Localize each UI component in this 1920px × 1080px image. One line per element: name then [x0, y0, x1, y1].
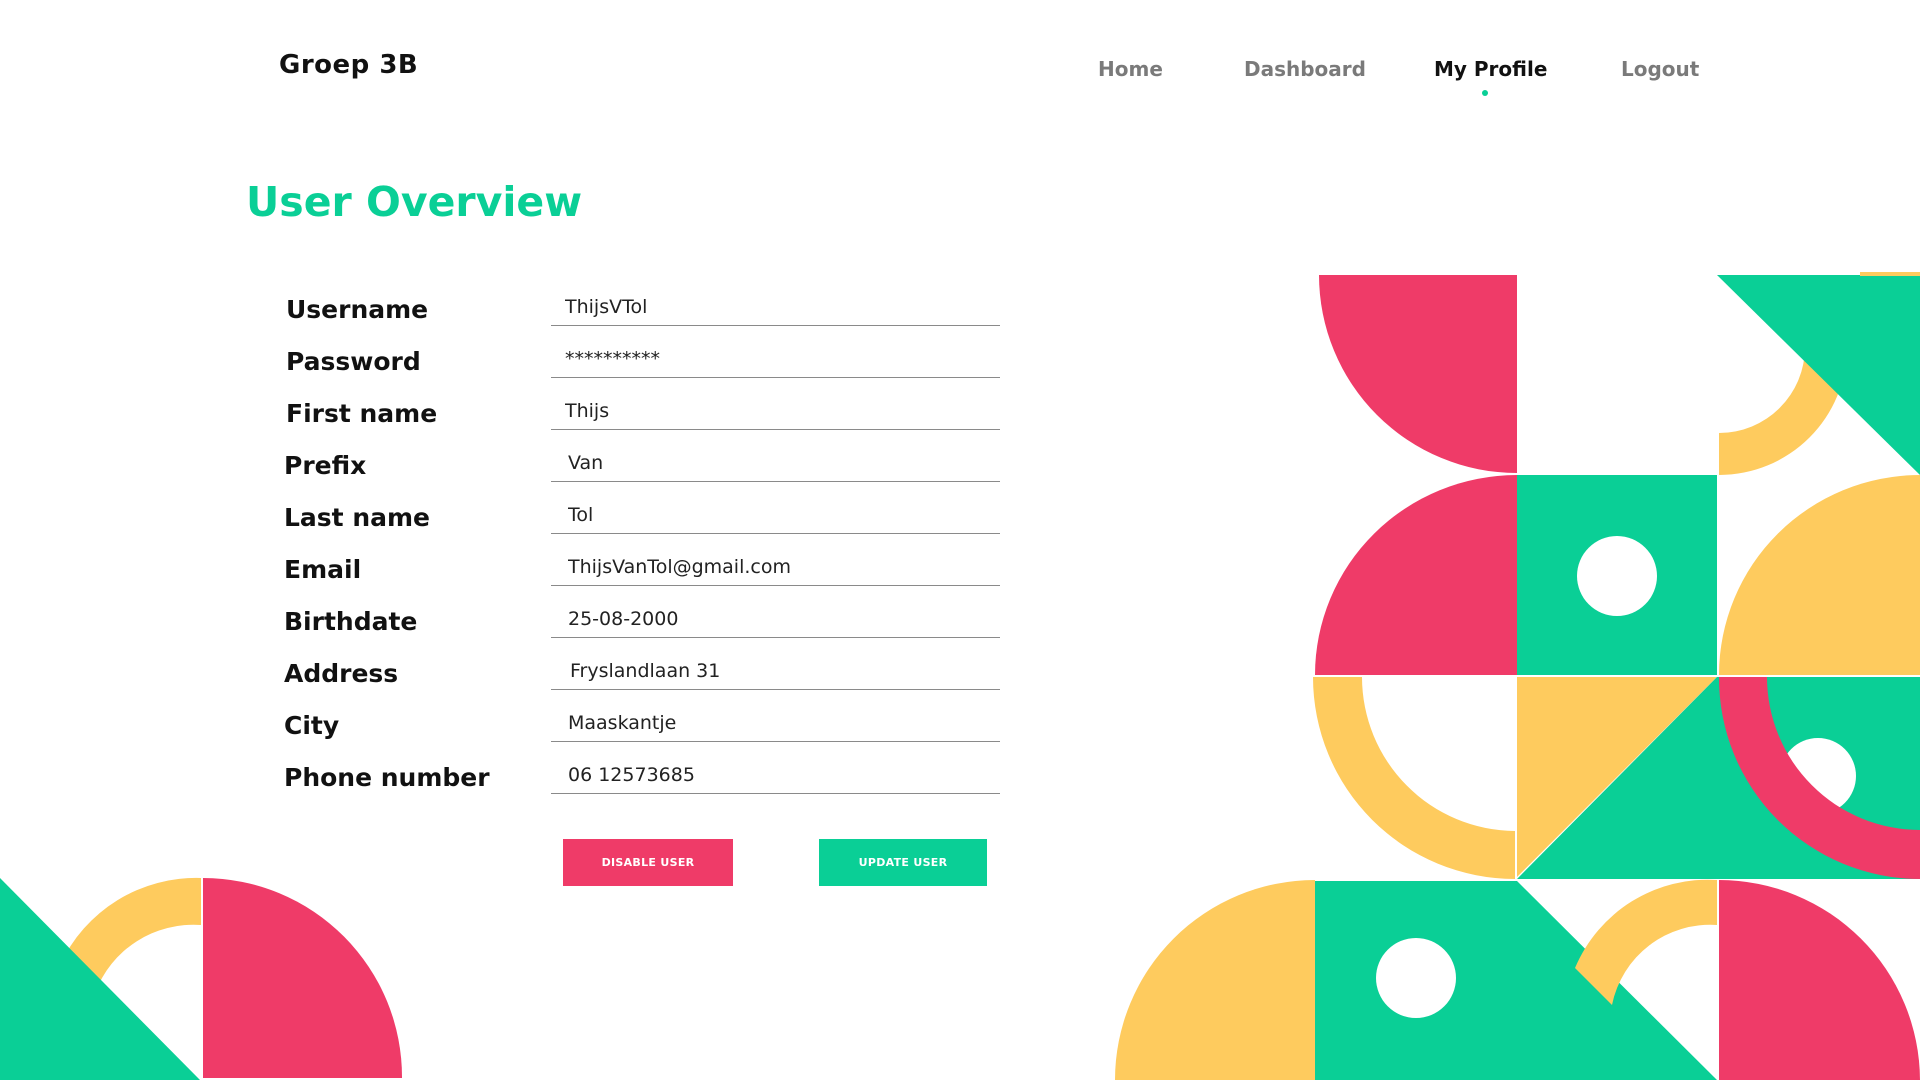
phone-number-label: Phone number — [284, 763, 490, 792]
username-label: Username — [286, 295, 429, 324]
phone-number-field[interactable] — [551, 756, 1000, 794]
mosaic-yellow-arc-bottom — [1575, 879, 1717, 1005]
password-field[interactable] — [551, 340, 1000, 378]
mosaic-pink-quarter-top — [1319, 275, 1517, 473]
page-title: User Overview — [246, 178, 583, 226]
prefix-label: Prefix — [284, 451, 367, 480]
email-label: Email — [284, 555, 362, 584]
nav-home[interactable]: Home — [1098, 57, 1163, 81]
last-name-label: Last name — [284, 503, 431, 532]
username-field[interactable] — [551, 288, 1000, 326]
email-field[interactable] — [551, 548, 1000, 586]
active-nav-indicator — [1482, 90, 1488, 96]
page: Groep 3B Home Dashboard My Profile Logou… — [0, 0, 1920, 1080]
disable-user-button[interactable]: DISABLE USER — [563, 839, 733, 886]
update-user-button[interactable]: UPDATE USER — [819, 839, 987, 886]
nav-dashboard[interactable]: Dashboard — [1244, 57, 1366, 81]
prefix-field[interactable] — [551, 444, 1000, 482]
address-field[interactable] — [551, 652, 1000, 690]
first-name-label: First name — [286, 399, 438, 428]
nav-my-profile[interactable]: My Profile — [1434, 57, 1547, 81]
brand-logo[interactable]: Groep 3B — [279, 50, 418, 80]
address-label: Address — [284, 659, 399, 688]
mosaic-yellow-quarter-bottom — [1115, 880, 1315, 1080]
mosaic-yellow-sliver — [1860, 272, 1920, 276]
city-label: City — [284, 711, 340, 740]
password-label: Password — [286, 347, 421, 376]
city-field[interactable] — [551, 704, 1000, 742]
first-name-field[interactable] — [551, 392, 1000, 430]
last-name-field[interactable] — [551, 496, 1000, 534]
mosaic-circle-hole — [1376, 938, 1456, 1018]
geometric-decoration-left — [0, 877, 403, 1080]
mosaic-yellow-quarter-right — [1719, 475, 1920, 675]
mosaic-pink-quarter-bottom — [1719, 880, 1920, 1080]
deco-pink-quarter — [203, 877, 403, 1078]
geometric-mosaic-right — [1115, 272, 1920, 1080]
mosaic-yellow-arc-left — [1313, 677, 1515, 879]
nav-logout[interactable]: Logout — [1621, 57, 1699, 81]
mosaic-pink-quarter-mid — [1315, 475, 1517, 675]
birthdate-field[interactable] — [551, 600, 1000, 638]
birthdate-label: Birthdate — [284, 607, 418, 636]
mosaic-circle-hole — [1577, 536, 1657, 616]
